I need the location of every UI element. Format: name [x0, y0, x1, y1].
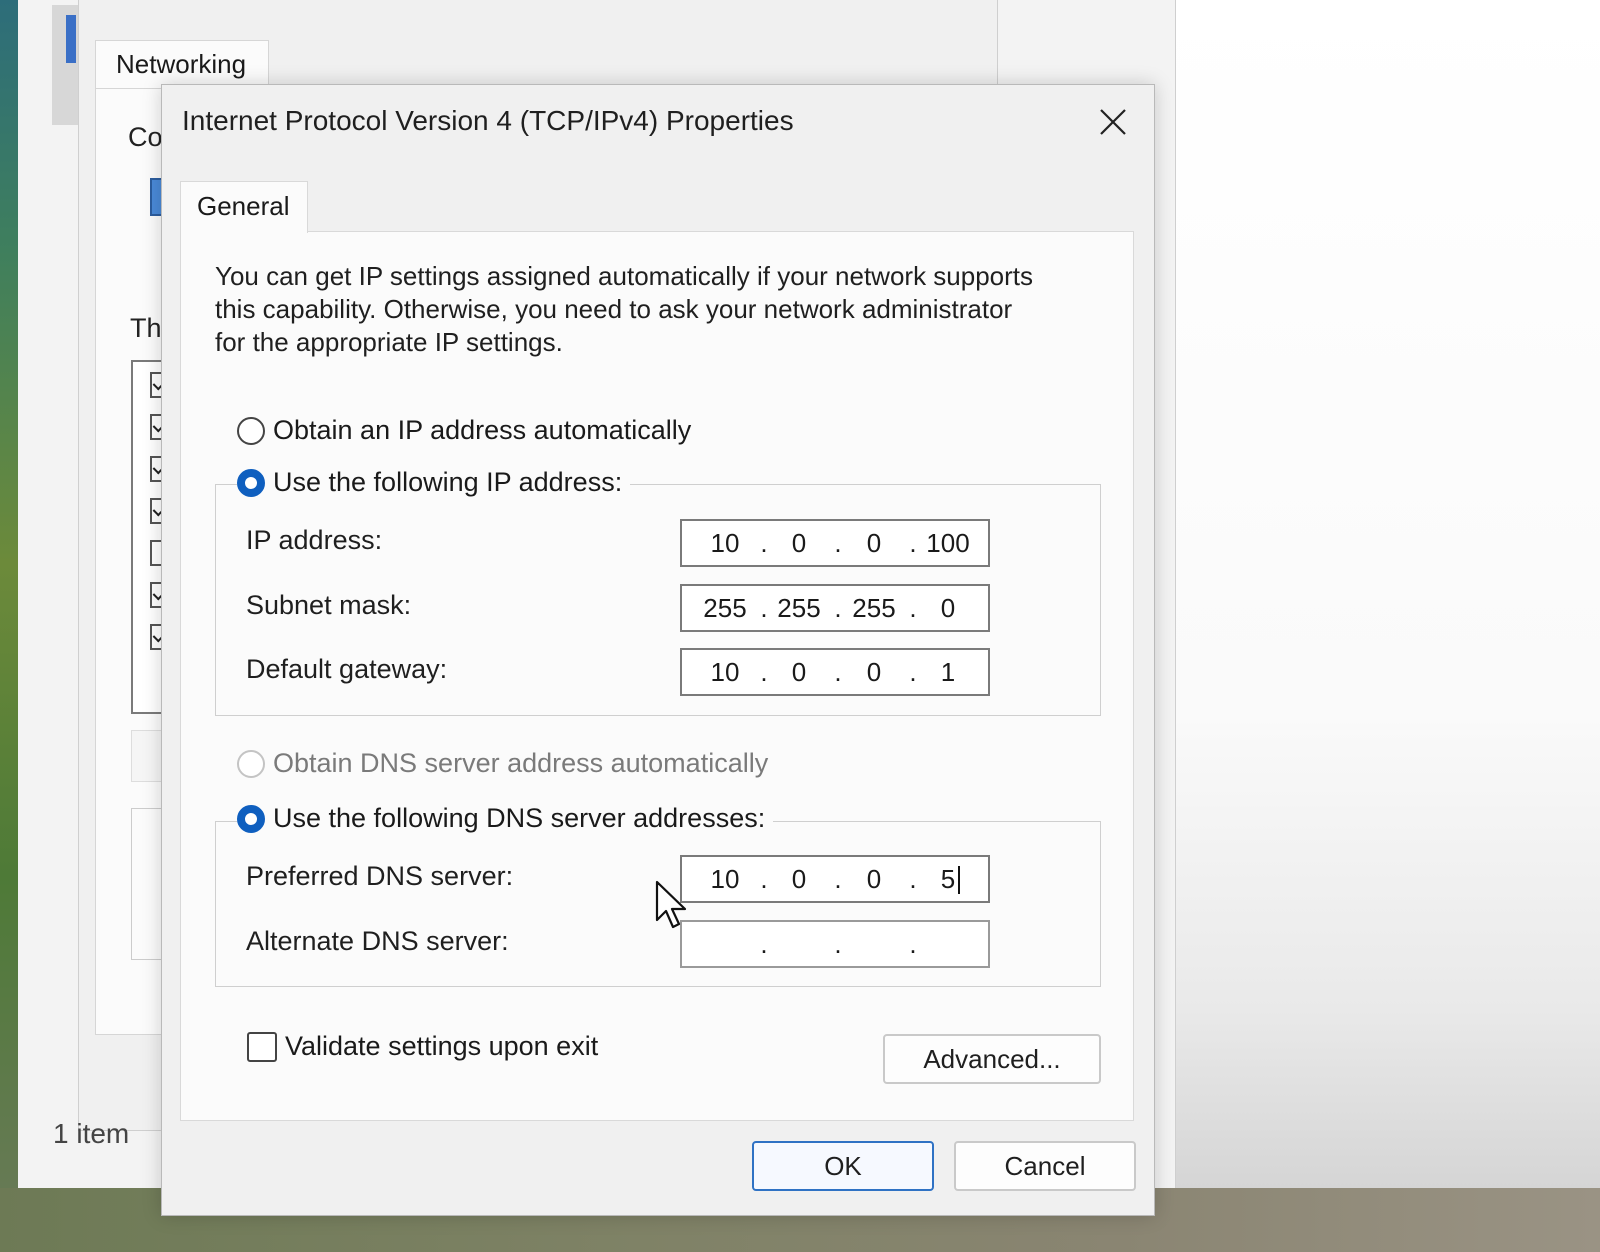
ip-octet: 0: [791, 864, 807, 894]
octet-separator: .: [834, 657, 842, 687]
octet-separator: .: [760, 929, 768, 959]
mouse-pointer-icon: [655, 880, 687, 929]
ip-octet: 10: [710, 657, 740, 687]
dialog-title: Internet Protocol Version 4 (TCP/IPv4) P…: [182, 105, 794, 136]
octet-separator: .: [909, 929, 917, 959]
network-adapter-icon: [52, 5, 78, 125]
radio-label: Obtain an IP address automatically: [273, 415, 692, 445]
text-caret: [958, 866, 960, 894]
radio-button-selected-icon: [237, 804, 265, 833]
ip-octet: 0: [866, 657, 882, 687]
octet-separator: .: [909, 657, 917, 687]
subnet-mask-label: Subnet mask:: [246, 590, 412, 620]
ip-octet: 10: [710, 528, 740, 558]
radio-obtain-dns-automatically: Obtain DNS server address automatically: [237, 748, 768, 779]
radio-label: Use the following IP address:: [273, 467, 623, 497]
close-button[interactable]: [1084, 97, 1142, 147]
octet-separator: .: [760, 593, 768, 623]
ip-octet: 0: [940, 593, 956, 623]
ip-octet: 255: [777, 593, 821, 623]
ip-address-input[interactable]: 10 . 0 . 0 . 100: [680, 519, 990, 567]
radio-obtain-ip-automatically[interactable]: Obtain an IP address automatically: [237, 415, 691, 446]
radio-button-selected-icon: [237, 468, 265, 497]
ip-octet: 1: [940, 657, 956, 687]
radio-label: Use the following DNS server addresses:: [273, 803, 766, 833]
ok-button[interactable]: OK: [752, 1141, 934, 1191]
ip-octet: 0: [791, 528, 807, 558]
ip-octet: [773, 922, 825, 966]
default-gateway-input[interactable]: 10 . 0 . 0 . 1: [680, 648, 990, 696]
validate-settings-checkbox[interactable]: Validate settings upon exit: [247, 1031, 598, 1062]
octet-separator: .: [909, 528, 917, 558]
advanced-button[interactable]: Advanced...: [883, 1034, 1101, 1084]
alternate-dns-label: Alternate DNS server:: [246, 926, 509, 956]
ip-octet: 0: [866, 528, 882, 558]
connect-using-label: Co: [128, 122, 163, 152]
tab-general[interactable]: General: [180, 181, 308, 233]
cancel-button[interactable]: Cancel: [954, 1141, 1136, 1191]
octet-separator: .: [834, 593, 842, 623]
ip-address-label: IP address:: [246, 525, 383, 555]
radio-button-disabled-icon: [237, 749, 265, 778]
intro-line: You can get IP settings assigned automat…: [215, 261, 1034, 291]
general-panel: You can get IP settings assigned automat…: [180, 231, 1134, 1121]
close-icon: [1100, 109, 1126, 135]
octet-separator: .: [760, 864, 768, 894]
ip-octet: [699, 922, 751, 966]
components-label: Th: [130, 313, 162, 343]
alternate-dns-input[interactable]: . . .: [680, 920, 990, 968]
ipv4-properties-dialog: Internet Protocol Version 4 (TCP/IPv4) P…: [161, 84, 1155, 1216]
preferred-dns-input[interactable]: 10 . 0 . 0 . 5: [680, 855, 990, 903]
intro-line: for the appropriate IP settings.: [215, 327, 563, 357]
ip-octet: 255: [703, 593, 747, 623]
octet-separator: .: [834, 929, 842, 959]
default-gateway-label: Default gateway:: [246, 654, 448, 684]
octet-separator: .: [834, 528, 842, 558]
octet-separator: .: [760, 528, 768, 558]
octet-separator: .: [834, 864, 842, 894]
octet-separator: .: [760, 657, 768, 687]
ip-octet: [848, 922, 900, 966]
ip-octet: 0: [791, 657, 807, 687]
octet-separator: .: [909, 593, 917, 623]
checkbox-label: Validate settings upon exit: [285, 1031, 599, 1061]
radio-button-icon: [237, 416, 265, 445]
octet-separator: .: [909, 864, 917, 894]
radio-use-following-dns[interactable]: Use the following DNS server addresses:: [237, 803, 774, 834]
desktop-wallpaper: [0, 0, 18, 1252]
tab-networking[interactable]: Networking: [95, 40, 269, 88]
radio-label: Obtain DNS server address automatically: [273, 748, 769, 778]
ip-octet: 0: [866, 864, 882, 894]
ip-octet: 255: [852, 593, 896, 623]
status-bar-item-count: 1 item: [53, 1118, 130, 1149]
background-pane: [1175, 0, 1600, 1188]
ip-octet: [922, 922, 974, 966]
intro-text: You can get IP settings assigned automat…: [215, 260, 1095, 359]
subnet-mask-input[interactable]: 255 . 255 . 255 . 0: [680, 584, 990, 632]
ip-octet: 10: [710, 864, 740, 894]
ip-octet: 100: [926, 528, 970, 558]
preferred-dns-label: Preferred DNS server:: [246, 861, 514, 891]
radio-use-following-ip[interactable]: Use the following IP address:: [237, 467, 631, 498]
intro-line: this capability. Otherwise, you need to …: [215, 294, 1013, 324]
ip-octet: 5: [940, 864, 956, 894]
checkbox-unchecked-icon: [247, 1031, 277, 1062]
